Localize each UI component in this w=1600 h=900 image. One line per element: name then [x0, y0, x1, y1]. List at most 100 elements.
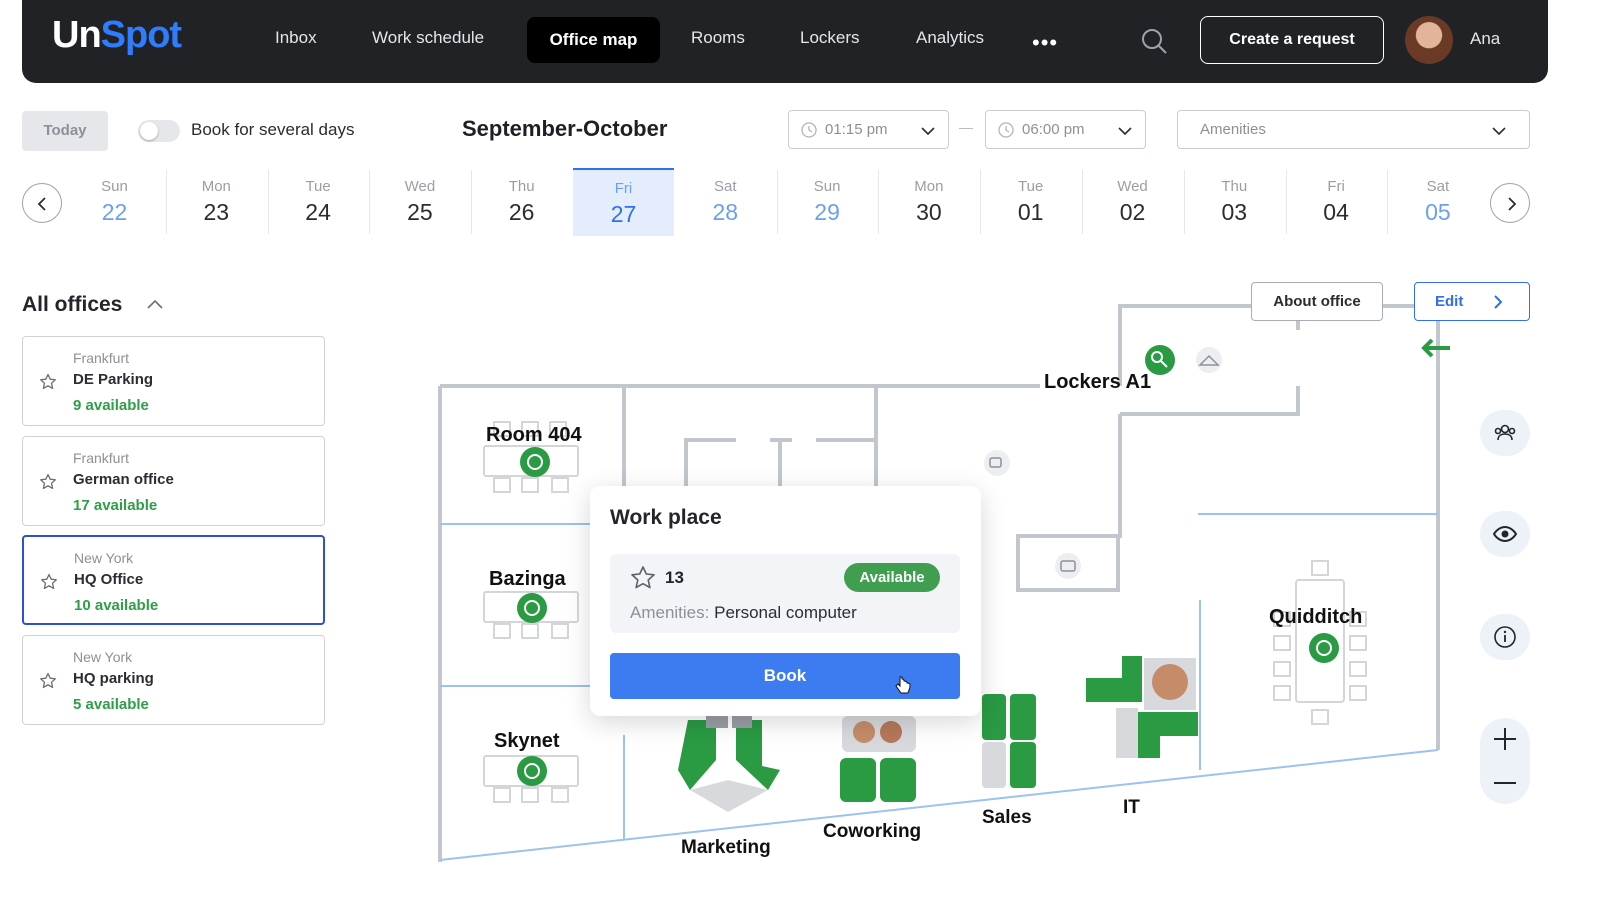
room-label-skynet[interactable]: Skynet — [494, 730, 560, 753]
day-cell[interactable]: Thu 26 — [471, 168, 572, 236]
day-cell[interactable]: Wed 02 — [1082, 168, 1183, 236]
favorite-star-icon[interactable] — [39, 473, 57, 491]
room-label-room-404[interactable]: Room 404 — [486, 424, 582, 447]
about-office-button[interactable]: About office — [1251, 282, 1383, 321]
day-name: Fri — [1327, 178, 1345, 195]
eye-icon — [1493, 525, 1517, 543]
day-name: Mon — [914, 178, 944, 195]
favorite-star-icon[interactable] — [630, 565, 656, 591]
day-separator — [1183, 170, 1185, 234]
nav-work-schedule[interactable]: Work schedule — [372, 28, 484, 48]
office-card[interactable]: Frankfurt DE Parking 9 available — [22, 336, 325, 426]
favorite-star-icon[interactable] — [39, 672, 57, 690]
user-avatar[interactable] — [1405, 16, 1453, 64]
time-range-dash — [959, 128, 973, 129]
nav-inbox[interactable]: Inbox — [275, 28, 317, 48]
day-date: 03 — [1221, 199, 1248, 225]
day-cell[interactable]: Mon 30 — [878, 168, 979, 236]
day-name: Wed — [404, 178, 436, 195]
people-filter-button[interactable] — [1480, 410, 1530, 456]
favorite-star-icon[interactable] — [39, 373, 57, 391]
prev-days-button[interactable] — [22, 183, 62, 223]
zone-label-it: IT — [1123, 797, 1140, 818]
day-cell[interactable]: Fri 04 — [1286, 168, 1387, 236]
day-name: Sun — [101, 178, 128, 195]
day-name: Sat — [714, 178, 737, 195]
month-title: September-October — [462, 116, 668, 141]
day-separator — [980, 170, 982, 234]
day-cell[interactable]: Tue 01 — [980, 168, 1081, 236]
today-button[interactable]: Today — [22, 111, 108, 151]
clock-icon — [801, 122, 817, 138]
office-card[interactable]: New York HQ parking 5 available — [22, 634, 325, 725]
chevron-down-icon — [1492, 127, 1506, 136]
time-from-select[interactable]: 01:15 pm — [788, 110, 949, 149]
office-city: New York — [73, 648, 133, 665]
day-separator — [165, 170, 167, 234]
day-cell[interactable]: Sat 28 — [675, 168, 776, 236]
nav-rooms[interactable]: Rooms — [691, 28, 745, 48]
office-availability: 10 available — [74, 597, 159, 614]
nav-analytics[interactable]: Analytics — [916, 28, 984, 48]
day-cell[interactable]: Sun 29 — [777, 168, 878, 236]
day-cell[interactable]: Thu 03 — [1184, 168, 1285, 236]
day-date: 01 — [1017, 199, 1044, 225]
nav-lockers[interactable]: Lockers — [800, 28, 860, 48]
time-from-value: 01:15 pm — [825, 121, 888, 138]
time-to-select[interactable]: 06:00 pm — [985, 110, 1146, 149]
all-offices-title[interactable]: All offices — [22, 293, 122, 317]
day-separator — [471, 170, 473, 234]
favorite-star-icon[interactable] — [40, 573, 58, 591]
user-name[interactable]: Ana — [1470, 29, 1500, 49]
chevron-up-icon[interactable] — [146, 297, 164, 311]
day-separator — [878, 170, 880, 234]
create-request-button[interactable]: Create a request — [1200, 16, 1384, 64]
edit-label: Edit — [1435, 293, 1464, 310]
day-date: 04 — [1323, 199, 1349, 225]
day-date: 27 — [610, 201, 637, 227]
day-cell[interactable]: Fri 27 — [573, 168, 674, 236]
next-days-button[interactable] — [1490, 183, 1530, 223]
more-menu-icon[interactable]: ••• — [1032, 30, 1058, 56]
chevron-down-icon — [921, 127, 935, 136]
room-label-bazinga[interactable]: Bazinga — [489, 568, 566, 591]
several-days-label: Book for several days — [191, 120, 355, 139]
day-cell[interactable]: Tue 24 — [268, 168, 369, 236]
visibility-button[interactable] — [1480, 511, 1530, 557]
day-name: Wed — [1117, 178, 1148, 195]
room-label-lockers-a1[interactable]: Lockers A1 — [1044, 371, 1151, 394]
office-city: New York — [74, 550, 134, 566]
day-name: Fri — [614, 180, 633, 197]
nav-office-map[interactable]: Office map — [527, 17, 660, 63]
day-cell[interactable]: Wed 25 — [369, 168, 470, 236]
logo-part-un: Un — [52, 14, 102, 56]
zoom-out-icon[interactable] — [1492, 770, 1518, 796]
amenities-value: Personal computer — [714, 603, 857, 622]
day-cell[interactable]: Sat 05 — [1387, 168, 1488, 236]
day-cell[interactable]: Sun 22 — [64, 168, 165, 236]
several-days-toggle[interactable] — [138, 120, 180, 142]
zoom-in-icon[interactable] — [1492, 726, 1518, 752]
zoom-controls — [1480, 718, 1530, 804]
office-name: HQ parking — [73, 669, 154, 687]
day-cell[interactable]: Mon 23 — [166, 168, 267, 236]
office-card[interactable]: Frankfurt German office 17 available — [22, 435, 325, 526]
amenities-select[interactable]: Amenities — [1177, 110, 1530, 149]
search-icon[interactable] — [1140, 27, 1168, 55]
day-date: 30 — [916, 199, 942, 225]
room-label-quidditch[interactable]: Quidditch — [1269, 606, 1362, 629]
day-date: 29 — [814, 199, 840, 225]
amenities-key: Amenities: — [630, 603, 710, 622]
day-separator — [267, 170, 269, 234]
office-card[interactable]: New York HQ Office 10 available — [22, 535, 325, 625]
office-city: Frankfurt — [73, 449, 130, 466]
office-availability: 17 available — [73, 496, 158, 514]
chevron-left-icon — [37, 197, 46, 211]
info-button[interactable] — [1480, 614, 1530, 660]
edit-button[interactable]: Edit — [1414, 282, 1530, 321]
sales-desks — [982, 694, 1036, 788]
chevron-down-icon — [1118, 127, 1132, 136]
unspot-logo[interactable]: UnSpot — [52, 14, 182, 57]
marketing-desks — [678, 716, 780, 812]
toggle-knob — [140, 122, 158, 140]
